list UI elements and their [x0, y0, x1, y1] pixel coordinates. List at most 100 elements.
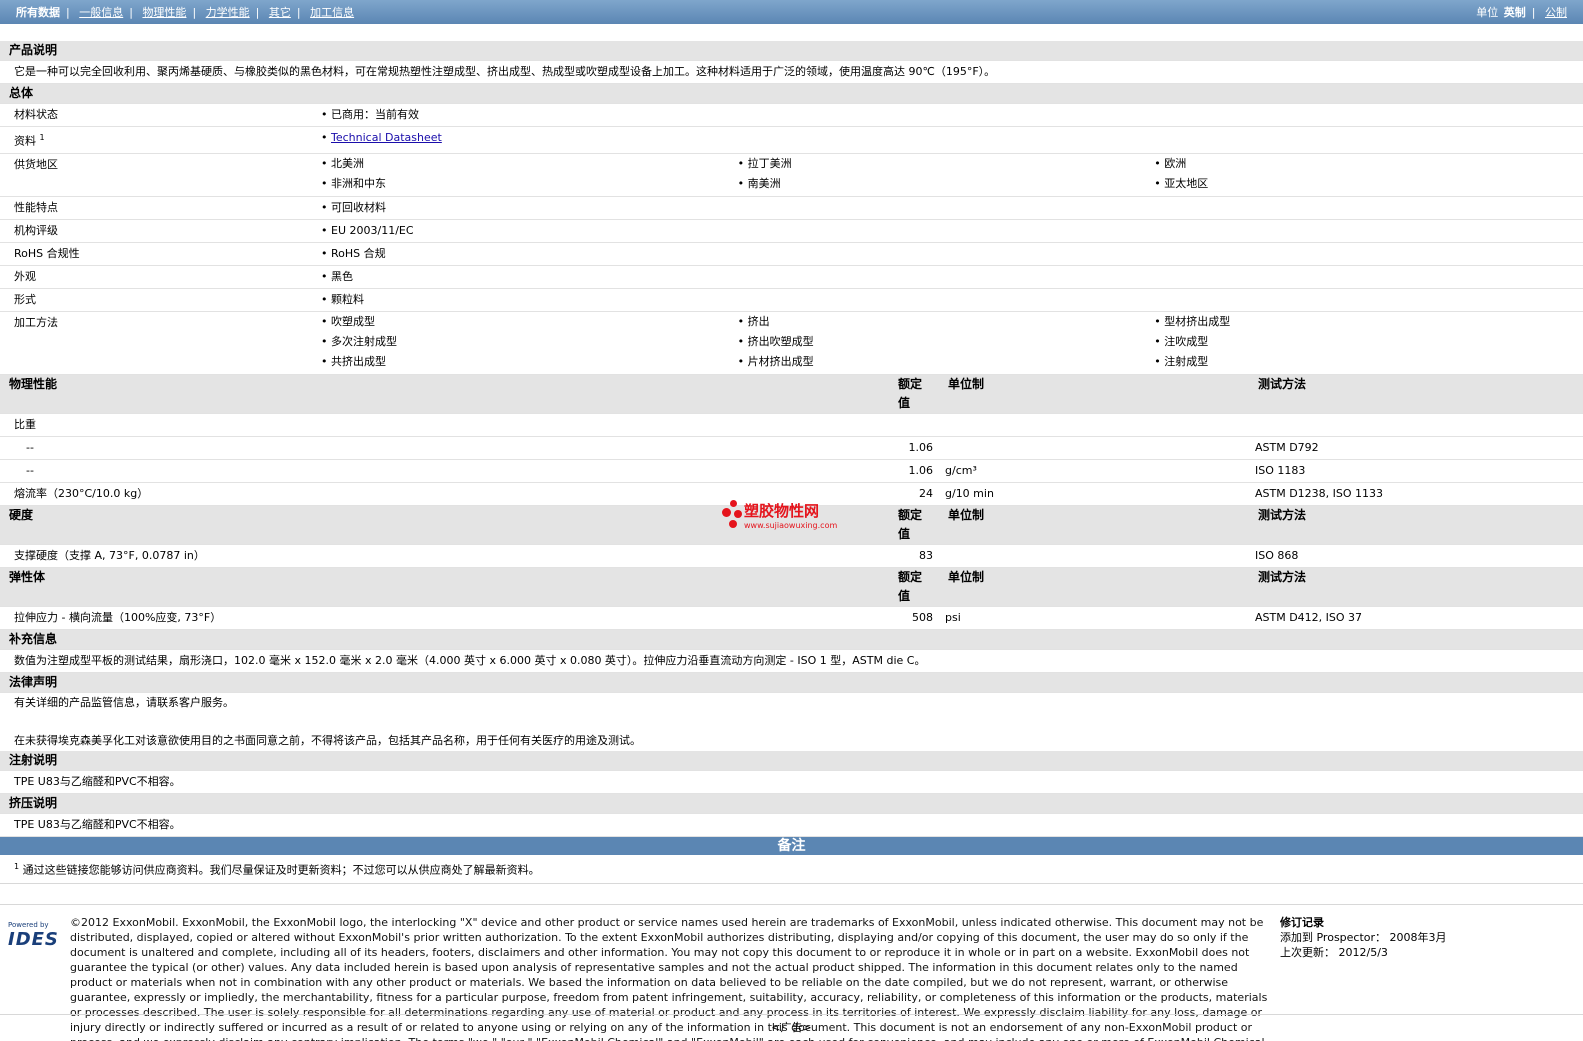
supplemental-text: 数值为注塑成型平板的测试结果，扇形浇口，102.0 毫米 x 152.0 毫米 …	[0, 649, 1583, 673]
general-header: 总体	[0, 83, 1583, 104]
injection-header: 注射说明	[0, 750, 1583, 771]
processing-item: 片材挤出成型	[747, 354, 814, 368]
agency-value: EU 2003/11/EC	[331, 223, 414, 237]
units-label: 单位	[1476, 6, 1499, 19]
logo-ides: IDES	[8, 928, 59, 950]
region-item: 北美洲	[331, 156, 364, 170]
region-item: 南美洲	[747, 176, 781, 190]
notes-row: 1 通过这些链接您能够访问供应商资料。我们尽量保证及时更新资料；不过您可以从供应…	[0, 855, 1583, 884]
unit-switcher: 单位 英制 | 公制	[1476, 6, 1567, 19]
supplemental-header: 补充信息	[0, 629, 1583, 650]
form-label: 形式	[0, 288, 315, 312]
agency-label: 机构评级	[0, 219, 315, 243]
top-nav-bar: 所有数据 | 一般信息 | 物理性能 | 力学性能 | 其它 | 加工信息 单位 英制 | …	[0, 0, 1583, 24]
notes-sup: 1	[14, 861, 20, 871]
logo-powered-by: Powered by	[8, 920, 49, 929]
datasheet-table: 产品说明 它是一种可以完全回收利用、聚丙烯基硬质、与橡胶类似的黑色材料，可在常规…	[0, 41, 1583, 837]
nav-mechanical[interactable]: 力学性能	[206, 6, 250, 19]
unit-metric-link[interactable]: 公制	[1545, 6, 1567, 19]
processing-item: 型材挤出成型	[1164, 314, 1231, 328]
extrusion-header: 挤压说明	[0, 793, 1583, 814]
processing-item: 吹塑成型	[331, 314, 375, 328]
col-unit: 单位制	[939, 567, 1249, 607]
nav-processing[interactable]: 加工信息	[310, 6, 354, 19]
form-value: 颗粒料	[331, 292, 364, 306]
section-nav: 所有数据 | 一般信息 | 物理性能 | 力学性能 | 其它 | 加工信息	[16, 6, 355, 19]
ad-placeholder: <广告>	[0, 1014, 1583, 1035]
col-method: 测试方法	[1249, 505, 1583, 545]
tensile-value: 508	[889, 606, 939, 630]
processing-item: 多次注射成型	[331, 334, 397, 348]
tensile-method: ASTM D412, ISO 37	[1249, 606, 1583, 630]
sg-value: 1.06	[889, 459, 939, 483]
processing-label: 加工方法	[0, 311, 315, 375]
mfr-unit: g/10 min	[939, 482, 1249, 506]
rohs-label: RoHS 合规性	[0, 242, 315, 266]
revision-updated: 上次更新： 2012/5/3	[1280, 945, 1388, 959]
features-value: 可回收材料	[331, 200, 386, 214]
watermark-en: www.sujiaowuxing.com	[744, 521, 838, 530]
sg-row-label: --	[0, 436, 889, 460]
sg-method: ASTM D792	[1249, 436, 1583, 460]
description-text: 它是一种可以完全回收利用、聚丙烯基硬质、与橡胶类似的黑色材料，可在常规热塑性注塑…	[0, 60, 1583, 84]
revision-added: 添加到 Prospector： 2008年3月	[1280, 930, 1447, 944]
appearance-value: 黑色	[331, 269, 353, 283]
col-unit: 单位制	[939, 505, 1249, 545]
extrusion-text: TPE U83与乙缩醛和PVC不相容。	[0, 813, 1583, 837]
nav-physical[interactable]: 物理性能	[142, 6, 186, 19]
processing-item: 挤出	[747, 314, 770, 328]
processing-item: 挤出吹塑成型	[747, 334, 814, 348]
hardness-value: 83	[889, 544, 939, 568]
material-status-value: 已商用：当前有效	[331, 108, 419, 121]
legal-block: 有关详细的产品监管信息，请联系客户服务。 在未获得埃克森美孚化工对该意欲使用目的…	[0, 692, 1583, 751]
nav-all-data[interactable]: 所有数据	[16, 6, 60, 19]
injection-text: TPE U83与乙缩醛和PVC不相容。	[0, 770, 1583, 794]
rohs-value: RoHS 合规	[331, 246, 386, 260]
tensile-label: 拉伸应力 - 横向流量（100%应变, 73°F）	[0, 606, 889, 630]
technical-datasheet-link[interactable]: Technical Datasheet	[331, 131, 442, 144]
region-item: 非洲和中东	[331, 176, 386, 190]
processing-item: 注射成型	[1164, 354, 1209, 368]
material-status-label: 材料状态	[0, 103, 315, 127]
sg-row-label: --	[0, 459, 889, 483]
legal-line-2: 在未获得埃克森美孚化工对该意欲使用目的之书面同意之前，不得将该产品，包括其产品名…	[14, 733, 641, 747]
appearance-label: 外观	[0, 265, 315, 289]
col-rated: 额定值	[889, 505, 939, 545]
hardness-label: 支撑硬度（支撑 A, 73°F, 0.0787 in）	[0, 544, 889, 568]
tensile-unit: psi	[939, 606, 1249, 630]
sg-label: 比重	[0, 413, 1583, 437]
mfr-method: ASTM D1238, ISO 1133	[1249, 482, 1583, 506]
notes-text: 通过这些链接您能够访问供应商资料。我们尽量保证及时更新资料；不过您可以从供应商处…	[22, 863, 540, 877]
col-rated: 额定值	[889, 567, 939, 607]
hardness-unit	[939, 544, 1249, 568]
nav-general-info[interactable]: 一般信息	[79, 6, 123, 19]
watermark-dots-icon	[722, 500, 744, 530]
elastomer-header: 弹性体	[0, 567, 889, 607]
col-unit: 单位制	[939, 374, 1249, 414]
mfr-value: 24	[889, 482, 939, 506]
docs-label: 资料 1	[0, 126, 315, 154]
legal-line-1: 有关详细的产品监管信息，请联系客户服务。	[14, 695, 234, 709]
region-item: 欧洲	[1164, 156, 1187, 170]
processing-item: 共挤出成型	[331, 354, 386, 368]
sg-unit: g/cm³	[939, 459, 1249, 483]
datasheet-page: 所有数据 | 一般信息 | 物理性能 | 力学性能 | 其它 | 加工信息 单位 英制 | …	[0, 0, 1583, 1041]
watermark: 塑胶物性网 www.sujiaowuxing.com	[722, 500, 837, 530]
description-header: 产品说明	[0, 41, 1583, 61]
unit-english-link[interactable]: 英制	[1504, 6, 1526, 19]
sg-value: 1.06	[889, 436, 939, 460]
sg-unit	[939, 436, 1249, 460]
revision-header: 修订记录	[1280, 915, 1324, 929]
physical-header: 物理性能	[0, 374, 889, 414]
region-item: 拉丁美洲	[747, 156, 792, 170]
col-rated: 额定值	[889, 374, 939, 414]
nav-other[interactable]: 其它	[269, 6, 291, 19]
sg-method: ISO 1183	[1249, 459, 1583, 483]
processing-item: 注吹成型	[1164, 334, 1209, 348]
hardness-method: ISO 868	[1249, 544, 1583, 568]
regions-label: 供货地区	[0, 153, 315, 197]
watermark-cn: 塑胶物性网	[744, 502, 820, 520]
region-item: 亚太地区	[1164, 176, 1209, 190]
col-method: 测试方法	[1249, 374, 1583, 414]
col-method: 测试方法	[1249, 567, 1583, 607]
